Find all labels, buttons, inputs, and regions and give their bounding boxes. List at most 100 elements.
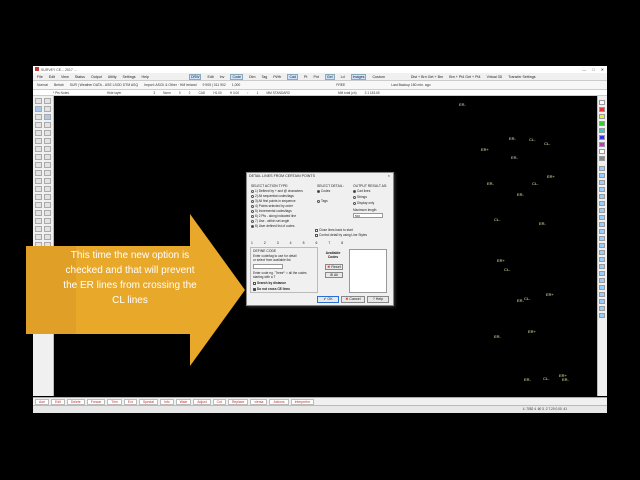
close-button[interactable]: ✕ bbox=[601, 67, 604, 72]
dialog-tab[interactable]: 2 bbox=[264, 241, 266, 245]
tool-icon[interactable] bbox=[44, 114, 51, 120]
layer-swatch[interactable] bbox=[599, 114, 605, 119]
layer-swatch[interactable] bbox=[599, 166, 605, 171]
tool-icon[interactable] bbox=[44, 138, 51, 144]
cad-toggle[interactable]: CAD bbox=[198, 91, 205, 95]
tool-icon[interactable] bbox=[35, 106, 42, 112]
available-codes-list[interactable] bbox=[349, 249, 387, 293]
layer-swatch[interactable] bbox=[599, 208, 605, 213]
tool-virtual-3d[interactable]: Virtual 3D bbox=[487, 75, 503, 79]
toolbar-normal[interactable]: Normal bbox=[37, 83, 48, 87]
tool-icon[interactable] bbox=[44, 130, 51, 136]
tool-icon[interactable] bbox=[44, 122, 51, 128]
dialog-tab[interactable]: 1 bbox=[251, 241, 253, 245]
tool-icon[interactable] bbox=[35, 202, 42, 208]
cmd-tab[interactable]: Ext bbox=[123, 398, 137, 405]
tool-pnt[interactable]: Pnt bbox=[313, 75, 318, 79]
max-length-field[interactable]: 500 bbox=[353, 213, 383, 218]
h3-field[interactable]: H 3.00 bbox=[230, 91, 239, 95]
menu-edit[interactable]: Edit bbox=[49, 75, 55, 79]
cmd-tab[interactable]: Actions bbox=[269, 398, 289, 405]
tool-pthr[interactable]: Pt/Hr bbox=[273, 75, 281, 79]
layer-swatch[interactable] bbox=[599, 313, 605, 318]
tool-icon[interactable] bbox=[44, 186, 51, 192]
cmd-tab[interactable]: Cut bbox=[212, 398, 226, 405]
cancel-button[interactable]: ✖ Cancel bbox=[341, 296, 365, 303]
tool-icon[interactable] bbox=[44, 170, 51, 176]
detail-tags-option[interactable]: Tags bbox=[317, 199, 328, 203]
detail-codes-option[interactable]: Codes bbox=[317, 189, 330, 193]
menu-settings[interactable]: Settings bbox=[123, 75, 136, 79]
layer-swatch[interactable] bbox=[599, 250, 605, 255]
action-option[interactable]: 2) All sequential codes/tags bbox=[251, 194, 294, 198]
toolbar-project[interactable]: SUR | Weather DATA - USE LSOD DTM ASQ bbox=[70, 83, 138, 87]
tool-icon[interactable] bbox=[35, 186, 42, 192]
layer-swatch[interactable] bbox=[599, 229, 605, 234]
toolbar3-value-2[interactable]: 0 bbox=[179, 91, 181, 95]
tool-icon[interactable] bbox=[35, 162, 42, 168]
action-option[interactable]: 1) Defined by + and @ characters bbox=[251, 189, 303, 193]
mm-standard-select[interactable]: MM STANDARD bbox=[266, 91, 290, 95]
tool-drw[interactable]: DRW bbox=[188, 73, 202, 80]
norm-select[interactable]: Norm bbox=[163, 91, 171, 95]
tool-icon[interactable] bbox=[44, 202, 51, 208]
tool-inv[interactable]: Inv bbox=[220, 75, 225, 79]
toolbar-berlah[interactable]: Berlah bbox=[54, 83, 64, 87]
layer-swatch[interactable] bbox=[599, 215, 605, 220]
minimize-button[interactable]: — bbox=[582, 67, 586, 72]
maximize-button[interactable]: □ bbox=[592, 67, 594, 72]
layer-swatch[interactable] bbox=[599, 257, 605, 262]
layer-swatch[interactable] bbox=[599, 222, 605, 227]
tool-cad[interactable]: Cad bbox=[287, 73, 299, 80]
tool-icon[interactable] bbox=[35, 114, 42, 120]
tool-images[interactable]: Images bbox=[350, 73, 367, 80]
cmd-tab[interactable]: Forwar bbox=[86, 398, 106, 405]
tool-icon[interactable] bbox=[35, 122, 42, 128]
pts-notes-select[interactable]: * Pts Notes bbox=[53, 91, 69, 95]
reset-button[interactable]: ✖ Reset bbox=[325, 264, 343, 270]
layer-swatch[interactable] bbox=[599, 201, 605, 206]
toolbar-range[interactable]: 9 905 | 011 902 bbox=[202, 83, 225, 87]
cmd-tab[interactable]: Replace bbox=[227, 398, 249, 405]
layer-swatch[interactable] bbox=[599, 285, 605, 290]
layer-swatch[interactable] bbox=[599, 128, 605, 133]
tool-edit[interactable]: Edit bbox=[207, 75, 213, 79]
tool-brn-pt4[interactable]: Brn + Pt4 Get + Pt4 bbox=[449, 75, 480, 79]
tool-code[interactable]: Code bbox=[230, 73, 244, 80]
output-display-only-option[interactable]: Display only bbox=[353, 201, 374, 205]
layer-swatch[interactable] bbox=[599, 306, 605, 311]
layer-swatch[interactable] bbox=[599, 194, 605, 199]
tool-icon[interactable] bbox=[44, 98, 51, 104]
tool-icon[interactable] bbox=[44, 154, 51, 160]
toolbar3-value-4[interactable]: 1 bbox=[257, 91, 259, 95]
dialog-tab[interactable]: 3 bbox=[277, 241, 279, 245]
layer-swatch[interactable] bbox=[599, 100, 605, 105]
tool-icon[interactable] bbox=[35, 98, 42, 104]
menu-view[interactable]: View bbox=[61, 75, 69, 79]
action-option-selected[interactable]: 8) User defined list of codes bbox=[251, 224, 295, 228]
toolbar3-value-1[interactable]: 3 bbox=[153, 91, 155, 95]
layer-swatch[interactable] bbox=[599, 271, 605, 276]
code-input-field[interactable] bbox=[253, 264, 283, 269]
tool-icon[interactable] bbox=[44, 146, 51, 152]
action-option[interactable]: 4) Points selected by order bbox=[251, 204, 293, 208]
toolbar-scale[interactable]: 1,000 bbox=[232, 83, 241, 87]
cmd-tab[interactable]: Edit bbox=[51, 398, 65, 405]
layer-swatch[interactable] bbox=[599, 243, 605, 248]
hide-layer-select[interactable]: Hide layer bbox=[107, 91, 121, 95]
tool-icon[interactable] bbox=[35, 178, 42, 184]
action-option[interactable]: 3) All first points in sequence bbox=[251, 199, 296, 203]
tool-icon[interactable] bbox=[35, 138, 42, 144]
menu-output[interactable]: Output bbox=[91, 75, 102, 79]
layer-swatch[interactable] bbox=[599, 278, 605, 283]
up-arrow-icon[interactable]: ↑ bbox=[247, 91, 249, 95]
action-option[interactable]: 6) 2 Pts - along indicated line bbox=[251, 214, 296, 218]
tool-icon[interactable] bbox=[35, 170, 42, 176]
close-lines-checkbox[interactable]: Close lines back to start bbox=[315, 228, 353, 232]
layer-swatch[interactable] bbox=[599, 107, 605, 112]
cmd-tab[interactable]: Adjust bbox=[193, 398, 211, 405]
output-cad-lines-option[interactable]: Cad lines bbox=[353, 189, 370, 193]
dialog-tab[interactable]: 5 bbox=[303, 241, 305, 245]
tool-icon[interactable] bbox=[44, 178, 51, 184]
toolbar3-value-3[interactable]: 2 bbox=[189, 91, 191, 95]
